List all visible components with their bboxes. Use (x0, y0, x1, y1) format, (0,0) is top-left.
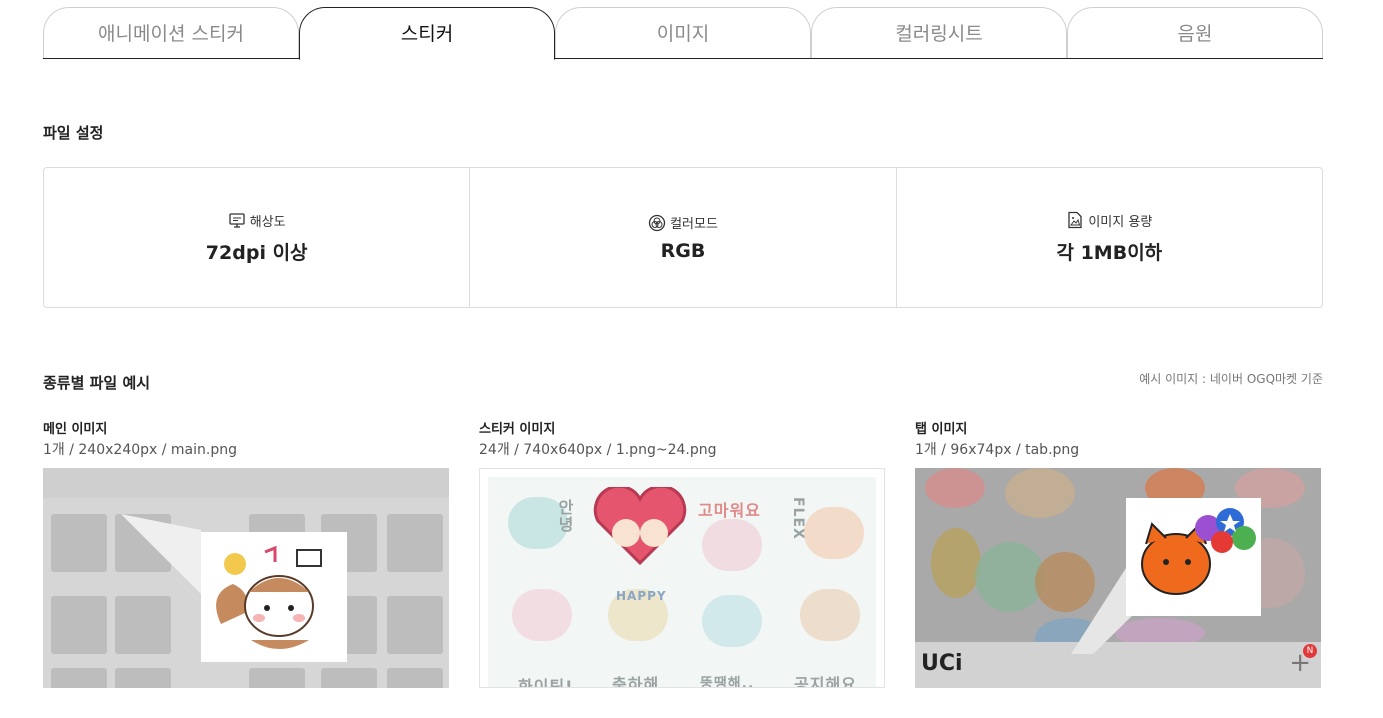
product-card (115, 596, 171, 654)
squirrel-sticker-illustration (216, 545, 322, 649)
tab-music[interactable]: 음원 (1067, 7, 1323, 59)
example-title-sticker: 스티커 이미지 (479, 422, 556, 437)
setting-resolution: 해상도 72dpi 이상 (44, 168, 471, 307)
fox-balloon-sticker-illustration (1141, 508, 1256, 595)
sticker-word: 공지해요 (794, 675, 857, 688)
product-card (387, 596, 443, 654)
sticker-image-example: 안녕 고마워요 FLEX HAPPY 화이팅! 축하해 뚱땡해.. 공지해요 (479, 468, 885, 688)
tab-label: 스티커 (400, 23, 454, 45)
tab-sticker[interactable]: 스티커 (299, 7, 555, 60)
sticker-thumb (512, 589, 572, 641)
brand-logo: UCi (921, 651, 963, 676)
product-card (51, 668, 107, 688)
tab-image-popup (1126, 498, 1261, 616)
product-card (387, 514, 443, 572)
image-file-icon (1068, 211, 1082, 229)
sticker-tab-bar: UCi + N (915, 642, 1321, 688)
main-image-example (43, 468, 449, 688)
main-image-popup (201, 532, 347, 662)
sticker-word: 고마워요 (698, 501, 761, 520)
tab-animation-sticker[interactable]: 애니메이션 스티커 (43, 7, 299, 59)
example-title-main: 메인 이미지 (43, 422, 108, 437)
file-settings-title: 파일 설정 (43, 124, 104, 142)
sticker-word: 화이팅! (518, 677, 574, 688)
sticker-word: 축하해 (612, 675, 660, 688)
setting-color-mode: 컬러모드 RGB (470, 168, 897, 307)
setting-label: 해상도 (249, 214, 286, 230)
example-desc-main: 1개 / 240x240px / main.png (43, 442, 237, 458)
sticker-thumb (702, 595, 762, 647)
tabs-divider (43, 58, 1323, 59)
new-badge: N (1303, 644, 1317, 658)
product-card (321, 668, 377, 688)
setting-value: RGB (660, 240, 706, 262)
tab-image-example: UCi + N (915, 468, 1321, 688)
product-card (249, 668, 305, 688)
product-card (387, 668, 443, 688)
tab-label: 컬러링시트 (895, 23, 983, 45)
examples-title: 종류별 파일 예시 (43, 374, 151, 392)
setting-value: 각 1MB이하 (1056, 241, 1163, 264)
tab-coloring-sheet[interactable]: 컬러링시트 (811, 7, 1067, 59)
example-title-tab: 탭 이미지 (915, 422, 968, 437)
setting-label: 컬러모드 (670, 217, 718, 232)
tab-label: 애니메이션 스티커 (98, 23, 244, 45)
file-settings-box: 해상도 72dpi 이상 컬러모드 RGB 이미지 용량 각 1MB이하 (43, 167, 1323, 308)
example-desc-sticker: 24개 / 740x640px / 1.png~24.png (479, 442, 717, 458)
product-card (115, 668, 171, 688)
examples-note: 예시 이미지 : 네이버 OGQ마켓 기준 (1139, 372, 1323, 386)
monitor-icon (229, 213, 245, 228)
category-tabs: 애니메이션 스티커 스티커 이미지 컬러링시트 음원 (43, 7, 1323, 60)
setting-label: 이미지 용량 (1088, 214, 1153, 230)
sticker-thumb (702, 519, 762, 571)
example-desc-tab: 1개 / 96x74px / tab.png (915, 442, 1080, 458)
sticker-thumb (800, 589, 860, 641)
tab-label: 음원 (1177, 23, 1213, 45)
setting-file-size: 이미지 용량 각 1MB이하 (897, 168, 1322, 307)
product-card (51, 596, 107, 654)
store-nav-bar (43, 468, 449, 498)
sticker-word: 뚱땡해.. (700, 676, 755, 688)
setting-value: 72dpi 이상 (205, 241, 308, 264)
color-mode-icon (648, 214, 666, 231)
tab-image[interactable]: 이미지 (555, 7, 811, 59)
tab-label: 이미지 (656, 23, 710, 45)
sticker-word: 안녕 (555, 499, 574, 533)
product-card (51, 514, 107, 572)
sticker-word: HAPPY (616, 589, 667, 603)
sticker-thumb (804, 507, 864, 559)
heart-sticker-illustration (593, 487, 687, 565)
